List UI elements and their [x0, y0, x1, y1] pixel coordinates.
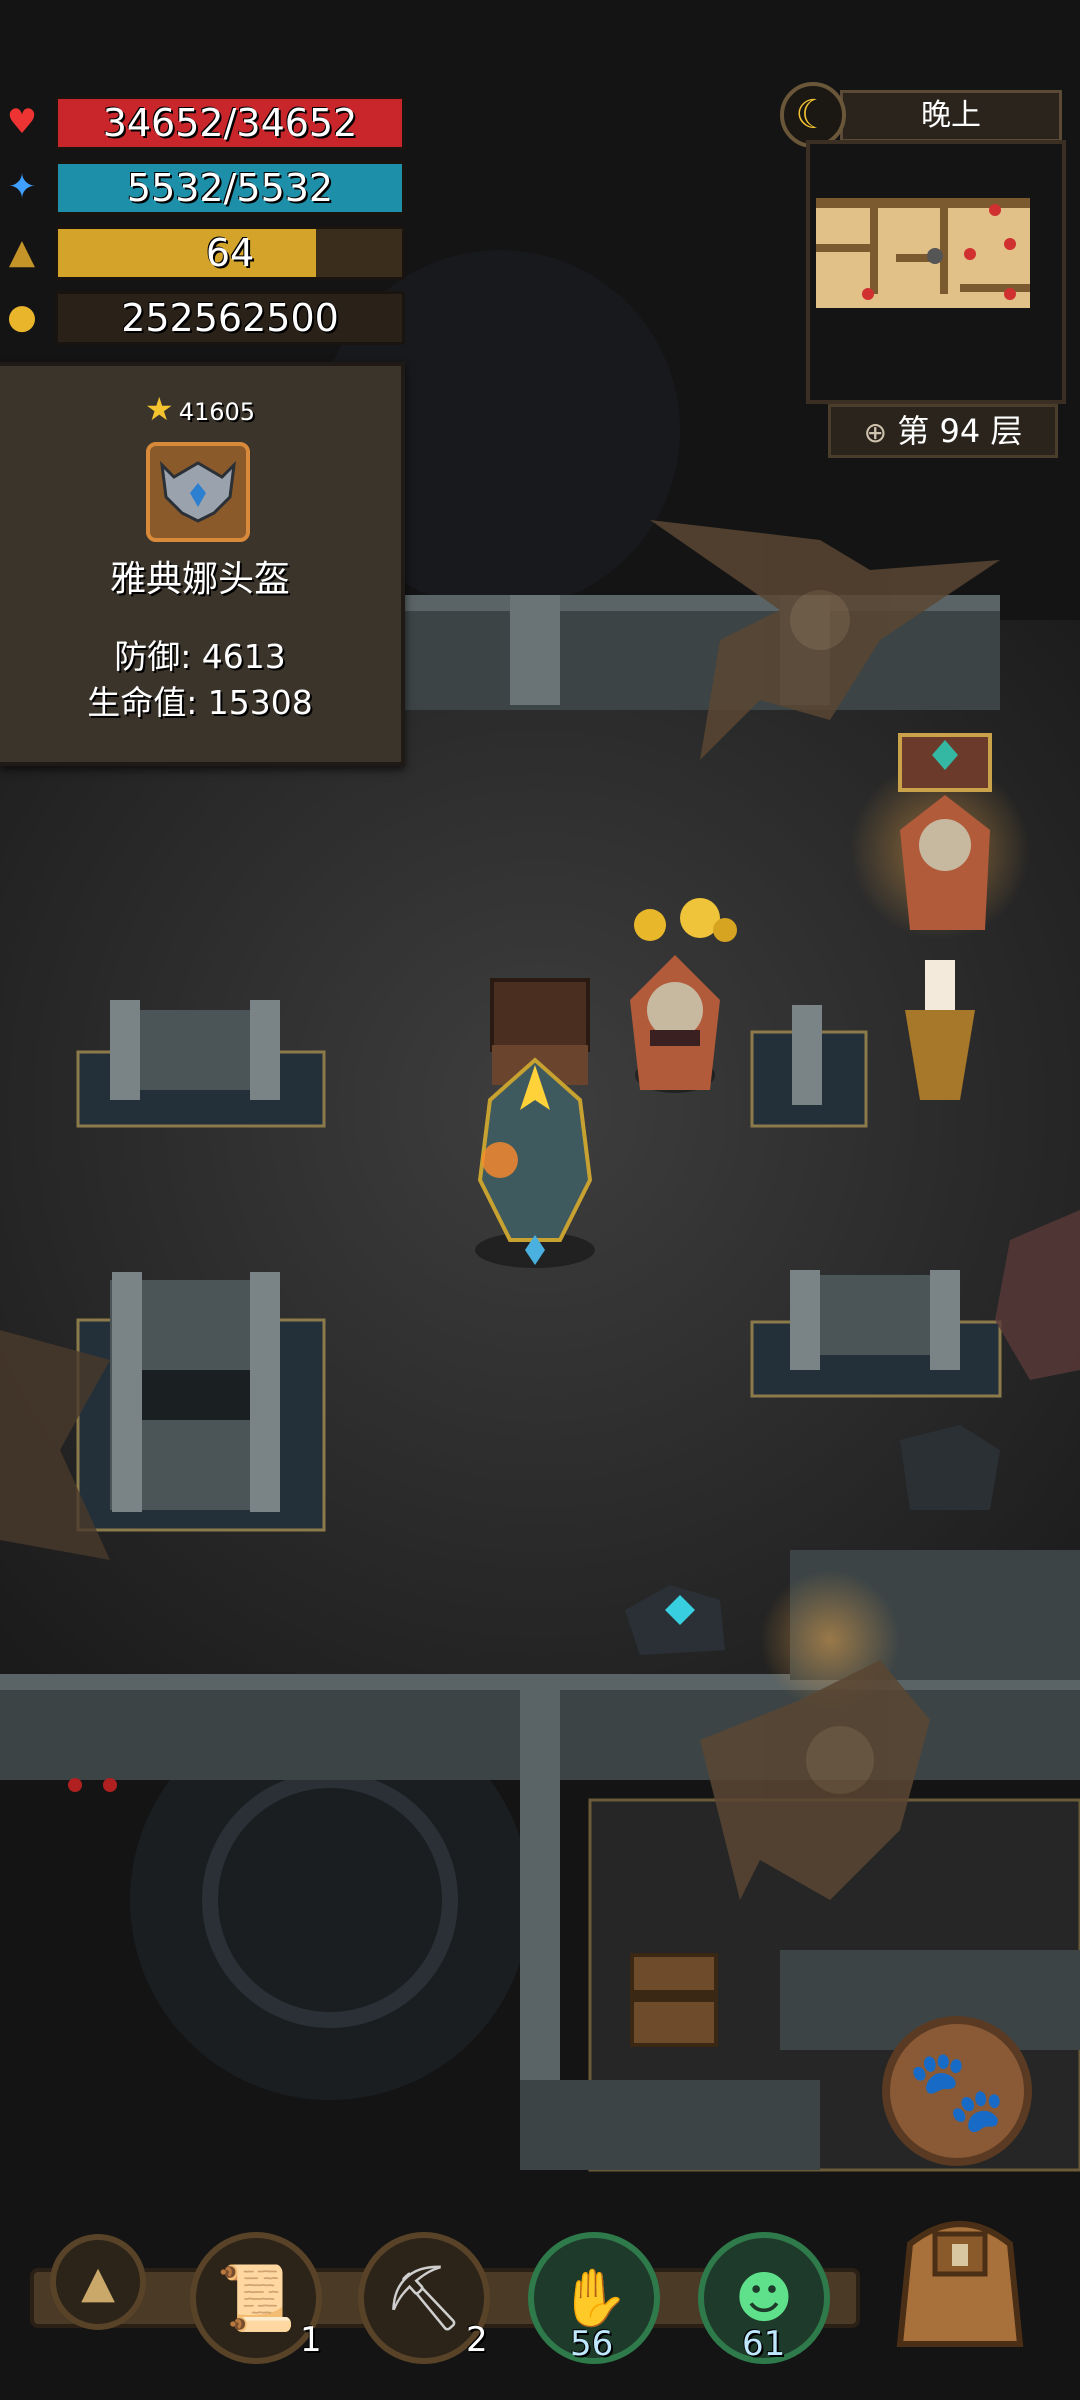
helmet-item-icon — [146, 442, 250, 542]
backpack-button[interactable] — [876, 2190, 1044, 2358]
zoom-icon[interactable]: ⊕ — [864, 416, 887, 449]
hp-value: 34652/34652 — [55, 96, 405, 150]
summon-spirit-icon: ☻ — [734, 2265, 794, 2331]
level-value: 64 — [55, 226, 405, 280]
paw-icon: 🐾 — [907, 2044, 1007, 2137]
scroll-count: 1 — [300, 2320, 322, 2360]
item-name: 雅典娜头盔 — [109, 559, 290, 600]
star-icon: ★ — [144, 390, 174, 428]
backpack-icon — [896, 2221, 1024, 2347]
triangle-up-icon: ▲ — [81, 2256, 115, 2308]
summon-skill-count: 61 — [742, 2324, 786, 2364]
level-triangle-icon: ▲ — [8, 232, 36, 272]
item-info-panel: ★ 41605 雅典娜头盔 防御: 4613 生命值: 15308 — [0, 362, 405, 766]
hand-skill-count: 56 — [570, 2324, 614, 2364]
rating-row: ★ 41605 — [0, 390, 400, 428]
floor-indicator[interactable]: ⊕ 第 94 层 — [828, 404, 1058, 458]
pickaxe-icon: ⛏ — [383, 2261, 465, 2336]
mp-value: 5532/5532 — [55, 161, 405, 215]
scroll-icon: 📜 — [216, 2261, 296, 2336]
item-rating: 41605 — [178, 398, 256, 426]
moon-icon: ☾ — [780, 82, 846, 148]
floor-label: 第 94 层 — [897, 412, 1023, 450]
gold-coins-icon: ● — [7, 297, 37, 337]
wooden-chest[interactable] — [630, 1953, 718, 2047]
heart-icon: ♥ — [6, 102, 38, 142]
treasure-chest[interactable] — [898, 733, 992, 792]
paw-button[interactable]: 🐾 — [882, 2016, 1032, 2166]
item-defense: 防御: 4613 — [114, 637, 286, 676]
pickaxe-count: 2 — [466, 2320, 488, 2360]
item-health: 生命值: 15308 — [87, 683, 313, 722]
hand-icon: ✋ — [559, 2266, 629, 2331]
magic-wand-icon: ✦ — [7, 167, 37, 207]
time-of-day: 晚上 — [840, 90, 1062, 142]
minimap[interactable] — [806, 140, 1066, 404]
gold-value: 252562500 — [55, 291, 405, 345]
menu-up-button[interactable]: ▲ — [50, 2234, 146, 2330]
